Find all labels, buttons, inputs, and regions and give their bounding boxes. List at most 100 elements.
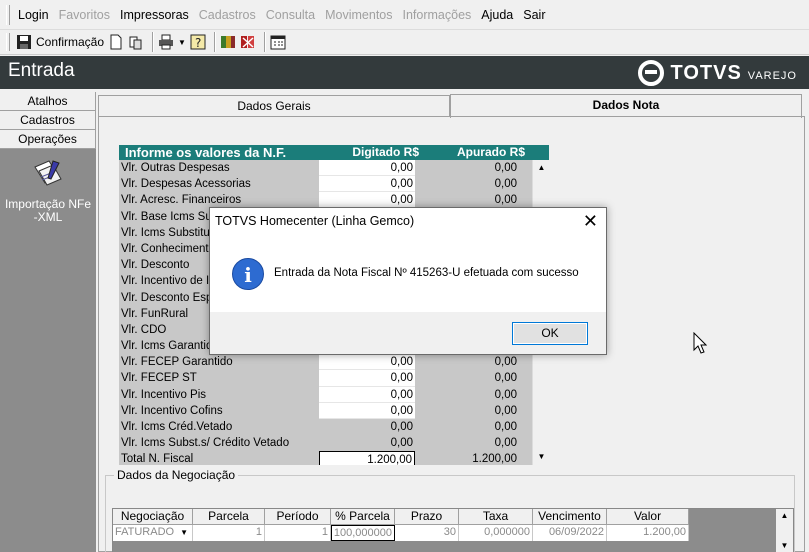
print-icon[interactable] [158, 34, 174, 50]
computed-value: 0,00 [415, 419, 521, 436]
table-row[interactable]: Vlr. Outras Despesas 0,00 0,00 [119, 160, 532, 177]
table-cell[interactable]: 1 [193, 525, 265, 541]
nf-grid-header: Informe os valores da N.F. Digitado R$ A… [119, 145, 549, 160]
computed-value: 0,00 [415, 435, 521, 452]
column-header[interactable]: Prazo [395, 509, 459, 525]
column-header[interactable]: Período [265, 509, 331, 525]
svg-text:?: ? [195, 36, 201, 50]
menu-grip [6, 4, 10, 25]
scroll-down-icon[interactable]: ▼ [533, 449, 549, 465]
table-row[interactable]: Vlr. FECEP Garantido 0,00 0,00 [119, 354, 532, 371]
books-icon[interactable] [220, 34, 236, 50]
negotiation-vscroll[interactable]: ▲ ▼ [776, 509, 793, 552]
table-cell[interactable]: 06/09/2022 [533, 525, 607, 541]
totvs-logo: TOTVS VAREJO [638, 60, 797, 86]
dialog-body: i Entrada da Nota Fiscal Nº 415263-U efe… [210, 236, 606, 313]
table-cell[interactable]: 30 [395, 525, 459, 541]
shortcut-label: Importação NFe -XML [4, 197, 92, 224]
table-row[interactable]: Vlr. Icms Subst.s/ Crédito Vetado 0,00 0,0… [119, 435, 532, 452]
menu-ajuda[interactable]: Ajuda [481, 8, 513, 22]
table-cell[interactable]: 0,000000 [459, 525, 533, 541]
toolbar-separator [263, 32, 266, 52]
computed-value: 0,00 [415, 176, 521, 193]
column-header[interactable]: Negociação [113, 509, 193, 525]
typed-value-input[interactable]: 0,00 [319, 354, 415, 371]
shortcut-import-nfe-xml[interactable]: Importação NFe -XML [0, 157, 96, 224]
typed-value-input: 0,00 [319, 435, 415, 452]
sidebar: Atalhos Cadastros Operações Importação N… [0, 92, 96, 552]
table-row[interactable]: FATURADO ▼ 1 1 100,000000 30 0,000000 06/09/202… [113, 525, 793, 541]
calendar-icon[interactable] [270, 34, 286, 50]
header-computed: Apurado R$ [456, 145, 525, 159]
table-row[interactable]: Vlr. Incentivo Cofins 0,00 0,00 [119, 402, 532, 419]
sidebar-tab-operacoes[interactable]: Operações [0, 130, 96, 149]
table-cell[interactable]: 1 [265, 525, 331, 541]
table-row[interactable]: Vlr. Incentivo Pis 0,00 0,00 [119, 386, 532, 403]
ok-button[interactable]: OK [512, 322, 588, 345]
typed-value-input[interactable]: 0,00 [319, 370, 415, 387]
message-dialog: TOTVS Homecenter (Linha Gemco) ✕ i Entra… [209, 207, 607, 355]
print-dropdown-icon[interactable]: ▼ [178, 38, 186, 47]
column-header[interactable]: Parcela [193, 509, 265, 525]
table-cell[interactable]: 1.200,00 [607, 525, 689, 541]
computed-value: 0,00 [415, 402, 521, 419]
dropdown-arrow-icon[interactable]: ▼ [180, 525, 188, 540]
column-header[interactable]: Valor [607, 509, 689, 525]
table-row[interactable]: Total N. Fiscal 1.200,00 1.200,00 [119, 451, 532, 465]
column-header[interactable]: Vencimento [533, 509, 607, 525]
new-document-icon[interactable] [108, 34, 124, 50]
computed-value: 1.200,00 [415, 451, 521, 465]
save-icon [17, 35, 31, 49]
screen-title-bar: Entrada TOTVS VAREJO [0, 56, 809, 89]
toolbar: Confirmação ▼ ? [0, 30, 809, 55]
close-icon[interactable]: ✕ [583, 211, 598, 231]
totvs-logo-mark [638, 60, 665, 86]
screen-title: Entrada [8, 60, 75, 81]
negotiation-title: Dados da Negociação [114, 468, 239, 482]
typed-value-input[interactable]: 1.200,00 [319, 451, 415, 465]
typed-value-input[interactable]: 0,00 [319, 160, 415, 177]
row-label: Vlr. Outras Despesas [119, 160, 319, 177]
toolbar-separator [213, 32, 216, 52]
tab-dados-gerais[interactable]: Dados Gerais [98, 95, 450, 117]
row-label: Total N. Fiscal [119, 451, 319, 465]
negotiation-select[interactable]: FATURADO ▼ [113, 525, 193, 541]
row-label: Vlr. Icms Subst.s/ Crédito Vetado [119, 435, 319, 452]
menu-impressoras[interactable]: Impressoras [120, 8, 189, 22]
copy-document-icon[interactable] [128, 34, 144, 50]
brand-sub: VAREJO [747, 70, 797, 82]
computed-value: 0,00 [415, 370, 521, 387]
sidebar-tab-atalhos[interactable]: Atalhos [0, 92, 96, 111]
computed-value: 0,00 [415, 160, 521, 177]
typed-value-input[interactable]: 0,00 [319, 402, 415, 419]
dialog-footer: OK [210, 312, 606, 354]
menu-sair[interactable]: Sair [523, 8, 545, 22]
dialog-title: TOTVS Homecenter (Linha Gemco) [215, 214, 415, 228]
tab-dados-nota[interactable]: Dados Nota [450, 94, 802, 118]
typed-value-input[interactable]: 0,00 [319, 386, 415, 403]
table-row[interactable]: Vlr. Icms Créd.Vetado 0,00 0,00 [119, 419, 532, 436]
stop-books-icon[interactable] [240, 34, 256, 50]
typed-value-input: 0,00 [319, 419, 415, 436]
confirm-button[interactable]: Confirmação [16, 32, 104, 52]
menu-informacoes: Informações [402, 7, 472, 22]
sidebar-tab-cadastros[interactable]: Cadastros [0, 111, 96, 130]
brand-name: TOTVS [670, 61, 742, 84]
row-label: Vlr. Incentivo Cofins [119, 402, 319, 419]
table-row[interactable]: Vlr. Despesas Acessorias 0,00 0,00 [119, 176, 532, 193]
typed-value-input[interactable]: 0,00 [319, 176, 415, 193]
scroll-up-icon[interactable]: ▲ [776, 509, 793, 523]
menu-login[interactable]: Login [18, 8, 49, 22]
menu-consulta: Consulta [265, 7, 316, 22]
header-typed: Digitado R$ [352, 145, 419, 159]
column-header[interactable]: Taxa [459, 509, 533, 525]
negotiation-header: Negociação Parcela Período% Parcela Prazo Ta… [113, 509, 793, 525]
help-icon[interactable]: ? [190, 34, 206, 50]
scroll-down-icon[interactable]: ▼ [776, 539, 793, 552]
row-label: Vlr. Despesas Acessorias [119, 176, 319, 193]
scroll-up-icon[interactable]: ▲ [533, 160, 549, 176]
table-cell[interactable]: 100,000000 [331, 525, 395, 541]
negotiation-group: Dados da Negociação Negociação Parcela Per… [105, 468, 795, 552]
column-header[interactable]: % Parcela [331, 509, 395, 525]
table-row[interactable]: Vlr. FECEP ST 0,00 0,00 [119, 370, 532, 387]
